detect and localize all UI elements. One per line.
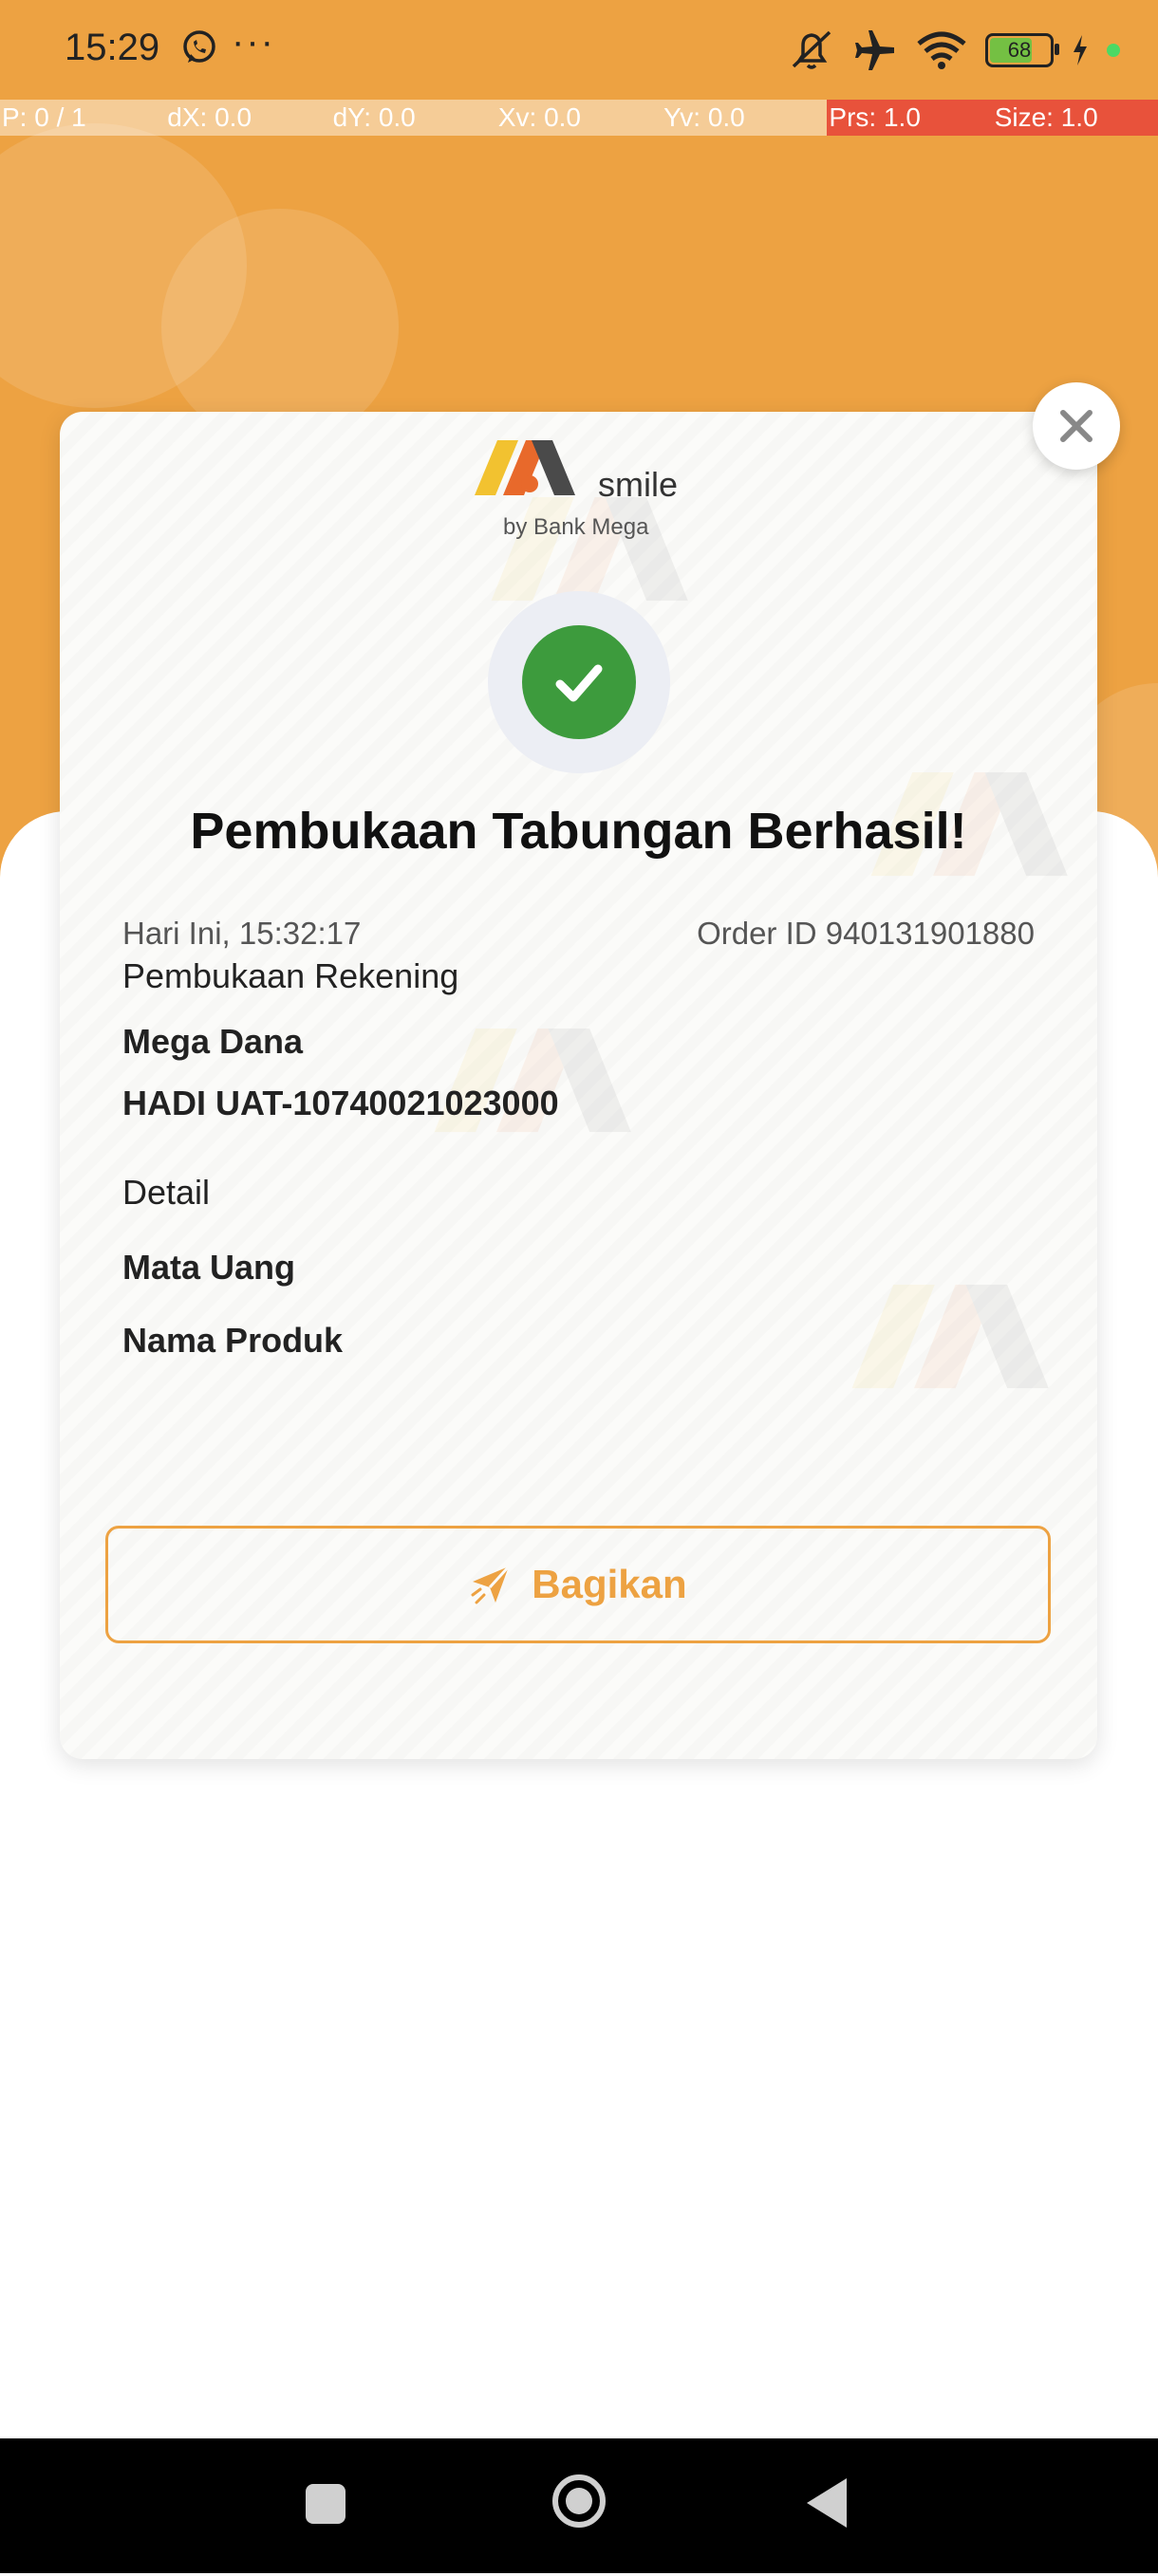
checkmark-icon	[555, 664, 603, 702]
section-label-account-opening: Pembukaan Rekening	[122, 956, 459, 995]
recents-button[interactable]	[306, 2484, 346, 2524]
clock: 15:29	[65, 27, 160, 68]
pointer-debug-overlay: P: 0 / 1 dX: 0.0 dY: 0.0 Xv: 0.0 Yv: 0.0…	[0, 100, 1158, 136]
more-notifications-icon: ···	[232, 21, 275, 63]
battery-level: 68	[1007, 38, 1032, 62]
wifi-icon	[917, 31, 966, 69]
debug-xv: Xv: 0.0	[495, 100, 663, 136]
mute-icon	[792, 30, 831, 69]
battery-icon: 68	[985, 33, 1059, 67]
success-indicator	[488, 591, 670, 773]
logo-text: smile	[598, 465, 679, 504]
airplane-icon	[855, 30, 894, 70]
debug-pressure: Prs: 1.0	[827, 100, 993, 136]
debug-pointer: P: 0 / 1	[0, 100, 166, 136]
home-button[interactable]	[552, 2474, 606, 2528]
debug-dx: dX: 0.0	[165, 100, 331, 136]
close-button[interactable]	[1033, 382, 1120, 470]
bank-mega-smile-logo-icon	[475, 440, 575, 495]
detail-row-currency: Mata Uang	[122, 1248, 296, 1287]
privacy-indicator	[1107, 44, 1120, 57]
transaction-timestamp: Hari Ini, 15:32:17	[122, 916, 362, 951]
product-name: Mega Dana	[122, 1022, 304, 1061]
logo-subtitle: by Bank Mega	[503, 514, 649, 540]
share-button[interactable]: Bagikan	[105, 1526, 1051, 1643]
back-button[interactable]	[807, 2478, 847, 2528]
send-icon	[471, 1565, 511, 1604]
share-button-label: Bagikan	[532, 1562, 687, 1606]
account-holder: HADI UAT-10740021023000	[122, 1084, 559, 1122]
status-bar: 15:29 ··· 68	[0, 0, 1158, 100]
charging-icon	[1074, 35, 1087, 65]
detail-section-label: Detail	[122, 1173, 211, 1212]
debug-size: Size: 1.0	[992, 100, 1158, 136]
debug-dy: dY: 0.0	[330, 100, 496, 136]
detail-row-product-name: Nama Produk	[122, 1321, 344, 1360]
success-title: Pembukaan Tabungan Berhasil!	[190, 803, 967, 860]
order-id: Order ID 940131901880	[697, 916, 1035, 951]
system-navigation-bar	[0, 2438, 1158, 2573]
debug-yv: Yv: 0.0	[662, 100, 828, 136]
watermark-logo-icon	[851, 1285, 1049, 1389]
whatsapp-icon	[183, 30, 215, 63]
close-icon	[1060, 410, 1093, 442]
